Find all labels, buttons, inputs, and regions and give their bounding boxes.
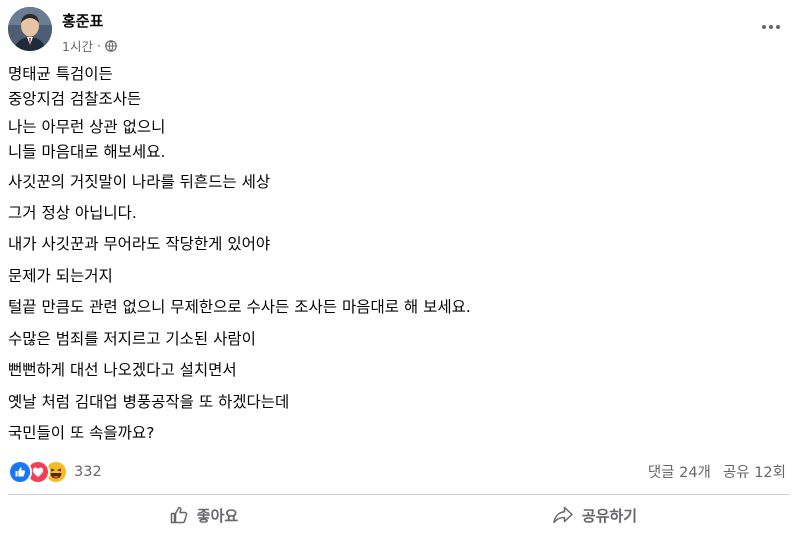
post-stats: 332 댓글 24개 공유 12회 <box>8 460 790 484</box>
share-button[interactable]: 공유하기 <box>399 496 790 534</box>
more-options-icon[interactable] <box>760 19 782 33</box>
post-line: 니들 마음대로 해보세요. <box>8 143 166 161</box>
post-line: 국민들이 또 속을까요? <box>8 424 155 442</box>
post-meta: 1시간 · <box>62 36 117 55</box>
post-line: 수많은 범죄를 저지르고 기소된 사람이 <box>8 330 256 348</box>
post-header: 홍준표 1시간 · <box>8 7 790 55</box>
post-line: 문제가 되는거지 <box>8 267 113 285</box>
reactions-summary[interactable]: 332 <box>8 460 102 484</box>
post-line: 내가 사깃꾼과 무어라도 작당한게 있어야 <box>8 235 271 253</box>
actions-divider <box>8 494 790 495</box>
share-icon <box>553 506 573 524</box>
thumbs-up-icon <box>170 506 188 524</box>
author-avatar[interactable] <box>8 7 52 51</box>
post-time[interactable]: 1시간 <box>62 36 93 55</box>
post-line: 나는 아무런 상관 없으니 <box>8 118 166 136</box>
post-line: 사깃꾼의 거짓말이 나라를 뒤흔드는 세상 <box>8 173 271 191</box>
post-line: 옛날 처럼 김대업 병풍공작을 또 하겠다는데 <box>8 393 290 411</box>
like-button[interactable]: 좋아요 <box>8 496 399 534</box>
share-count[interactable]: 공유 12회 <box>723 461 786 482</box>
post-line: 털끝 만큼도 관련 없으니 무제한으로 수사든 조사든 마음대로 해 보세요. <box>8 298 471 316</box>
like-label: 좋아요 <box>196 506 239 525</box>
author-name[interactable]: 홍준표 <box>62 10 103 31</box>
comment-count[interactable]: 댓글 24개 <box>648 461 711 482</box>
meta-separator: · <box>96 38 101 53</box>
like-icon <box>8 460 32 484</box>
reaction-count: 332 <box>74 464 102 480</box>
globe-icon <box>105 39 117 52</box>
post-line: 뻔뻔하게 대선 나오겠다고 설치면서 <box>8 361 237 379</box>
post-actions: 좋아요 공유하기 <box>8 496 790 534</box>
share-label: 공유하기 <box>581 506 638 525</box>
post-line: 명태균 특검이든 <box>8 65 113 83</box>
post-line: 그거 정상 아닙니다. <box>8 204 137 222</box>
post-line: 중앙지검 검찰조사든 <box>8 90 142 108</box>
engagement-counts: 댓글 24개 공유 12회 <box>648 461 786 482</box>
